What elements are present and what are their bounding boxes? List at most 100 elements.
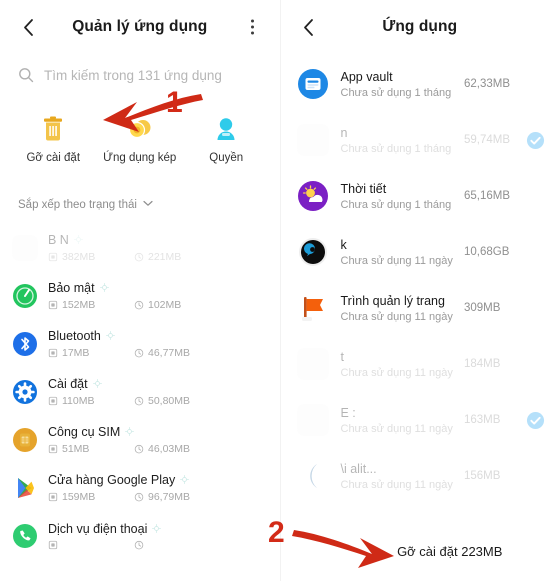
- gear-icon: [92, 377, 102, 392]
- coins-icon: [125, 114, 155, 144]
- app-info: Thời tiết Chưa sử dụng 1 tháng: [341, 182, 465, 211]
- action-dual-apps[interactable]: Ứng dụng kép: [97, 114, 184, 164]
- app-info: Trình quản lý trang Chưa sử dụng 11 ngày: [341, 294, 465, 323]
- left-appbar: Quản lý ứng dụng: [0, 0, 280, 54]
- bluetooth-icon: [12, 331, 38, 357]
- app-info: Công cụ SIM 51MB 46,03MB: [48, 425, 266, 455]
- app-status: Chưa sử dụng 11 ngày: [340, 254, 453, 267]
- data-size: 96,79MB: [134, 491, 190, 503]
- app-info: n Chưa sử dụng 1 tháng: [341, 126, 465, 155]
- app-size: 159MB: [48, 491, 134, 503]
- back-icon[interactable]: [289, 7, 329, 47]
- list-item[interactable]: t Chưa sử dụng 11 ngày 184MB: [281, 336, 559, 392]
- app-name: Cửa hàng Google Play: [48, 473, 176, 487]
- uninstall-button[interactable]: Gỡ cài đặt 223MB: [281, 544, 559, 559]
- data-size: [134, 540, 148, 550]
- list-item[interactable]: Trình quản lý trang Chưa sử dụng 11 ngày 3…: [281, 280, 559, 336]
- app-status: Chưa sử dụng 11 ngày: [340, 366, 453, 379]
- app-info: Cửa hàng Google Play 159MB 96,79MB: [48, 473, 266, 503]
- gear-settings-icon: [12, 379, 38, 405]
- trash-icon: [38, 114, 68, 144]
- app-name: Bảo mật: [48, 281, 95, 295]
- app-sizes: 17MB 46,77MB: [48, 347, 266, 359]
- app-list-right: App vault Chưa sử dụng 1 tháng 62,33MB n Chư…: [281, 56, 559, 504]
- check-circle-icon[interactable]: [526, 411, 545, 430]
- table-row[interactable]: Bluetooth 17MB 46,77MB: [0, 320, 280, 368]
- app-info: E : Chưa sử dụng 11 ngày: [341, 406, 465, 435]
- blank-icon: [296, 124, 329, 156]
- table-row[interactable]: Dịch vụ điện thoại: [0, 512, 280, 560]
- weather-icon: [297, 180, 329, 212]
- check-circle-icon[interactable]: [526, 131, 545, 150]
- gear-icon: [125, 425, 135, 440]
- app-name-row: Cửa hàng Google Play: [48, 473, 266, 488]
- app-vault-icon: [297, 68, 329, 100]
- blank-icon: [296, 348, 329, 380]
- app-status: Chưa sử dụng 11 ngày: [340, 478, 453, 491]
- list-item[interactable]: \i alit... Chưa sử dụng 11 ngày 156MB: [281, 448, 559, 504]
- app-info: App vault Chưa sử dụng 1 tháng: [341, 70, 465, 99]
- app-info: B N 382MB 221MB: [48, 233, 266, 263]
- page-title: Quản lý ứng dụng: [72, 18, 208, 35]
- table-row[interactable]: Công cụ SIM 51MB 46,03MB: [0, 416, 280, 464]
- sort-selector[interactable]: Sắp xếp theo trạng thái: [0, 194, 280, 216]
- action-permissions[interactable]: Quyền: [183, 114, 270, 164]
- screen-app-manager: Quản lý ứng dụng Tìm kiếm trong 131 ứng …: [0, 0, 280, 581]
- app-sizes: 152MB 102MB: [48, 299, 266, 311]
- search-placeholder: Tìm kiếm trong 131 ứng dụng: [44, 67, 222, 83]
- app-info: t Chưa sử dụng 11 ngày: [341, 350, 465, 379]
- list-item[interactable]: App vault Chưa sử dụng 1 tháng 62,33MB: [281, 56, 559, 112]
- list-item[interactable]: n Chưa sử dụng 1 tháng 59,74MB: [281, 112, 559, 168]
- table-row[interactable]: B N 382MB 221MB: [0, 224, 280, 272]
- app-sizes: 110MB 50,80MB: [48, 395, 266, 407]
- app-info: Bluetooth 17MB 46,77MB: [48, 329, 266, 359]
- table-row[interactable]: Cài đặt 110MB 50,80MB: [0, 368, 280, 416]
- app-size: 156MB: [464, 470, 501, 482]
- app-name: Dịch vụ điện thoại: [48, 522, 148, 536]
- table-row[interactable]: Cửa hàng Google Play 159MB 96,79MB: [0, 464, 280, 512]
- app-info: \i alit... Chưa sử dụng 11 ngày: [341, 462, 465, 491]
- app-name-row: Bluetooth: [48, 329, 266, 344]
- list-item[interactable]: k Chưa sử dụng 11 ngày 10,68GB: [281, 224, 559, 280]
- app-status: Chưa sử dụng 11 ngày: [340, 422, 453, 435]
- app-name: n: [340, 125, 348, 140]
- blank-icon: [296, 404, 329, 436]
- app-size: 163MB: [464, 414, 501, 426]
- app-sizes: 382MB 221MB: [48, 251, 266, 263]
- search-input[interactable]: Tìm kiếm trong 131 ứng dụng: [0, 58, 280, 92]
- app-size: 65,16MB: [464, 190, 511, 202]
- data-size: 50,80MB: [134, 395, 190, 407]
- app-size: 184MB: [464, 358, 501, 370]
- list-item[interactable]: E : Chưa sử dụng 11 ngày 163MB: [281, 392, 559, 448]
- gear-icon: [180, 473, 190, 488]
- list-item[interactable]: Thời tiết Chưa sử dụng 1 tháng 65,16MB: [281, 168, 559, 224]
- app-name: k: [340, 237, 347, 252]
- app-name: Cài đặt: [48, 377, 88, 391]
- app-size: 152MB: [48, 299, 134, 311]
- quick-actions-row: Gỡ cài đặt Ứng dụng kép Quyền: [0, 114, 280, 164]
- app-info: Dịch vụ điện thoại: [48, 522, 266, 550]
- table-row[interactable]: Bảo mật 152MB 102MB: [0, 272, 280, 320]
- app-status: Chưa sử dụng 1 tháng: [340, 198, 452, 211]
- data-size: 102MB: [134, 299, 181, 311]
- data-size: 221MB: [134, 251, 181, 263]
- app-info: k Chưa sử dụng 11 ngày: [341, 238, 465, 267]
- app-status: Chưa sử dụng 1 tháng: [340, 142, 452, 155]
- gear-icon: [74, 233, 83, 248]
- person-icon: [211, 114, 241, 144]
- app-status: Chưa sử dụng 11 ngày: [340, 310, 453, 323]
- app-size: [48, 540, 134, 550]
- back-icon[interactable]: [8, 7, 48, 47]
- app-name: Bluetooth: [48, 329, 101, 343]
- kebab-menu-icon[interactable]: [242, 19, 264, 35]
- shield-security-icon: [12, 283, 38, 309]
- app-sizes: 159MB 96,79MB: [48, 491, 266, 503]
- screen-apps-uninstall: Ứng dụng App vault Chưa sử dụng 1 tháng 62…: [279, 0, 559, 581]
- action-uninstall[interactable]: Gỡ cài đặt: [10, 114, 97, 164]
- chevron-down-icon: [143, 199, 153, 210]
- sim-card-icon: [12, 427, 38, 453]
- app-info: Cài đặt 110MB 50,80MB: [48, 377, 266, 407]
- dual-screenshot-container: Quản lý ứng dụng Tìm kiếm trong 131 ứng …: [0, 0, 559, 581]
- marker-1: 1: [166, 86, 183, 119]
- app-name: E :: [340, 405, 356, 420]
